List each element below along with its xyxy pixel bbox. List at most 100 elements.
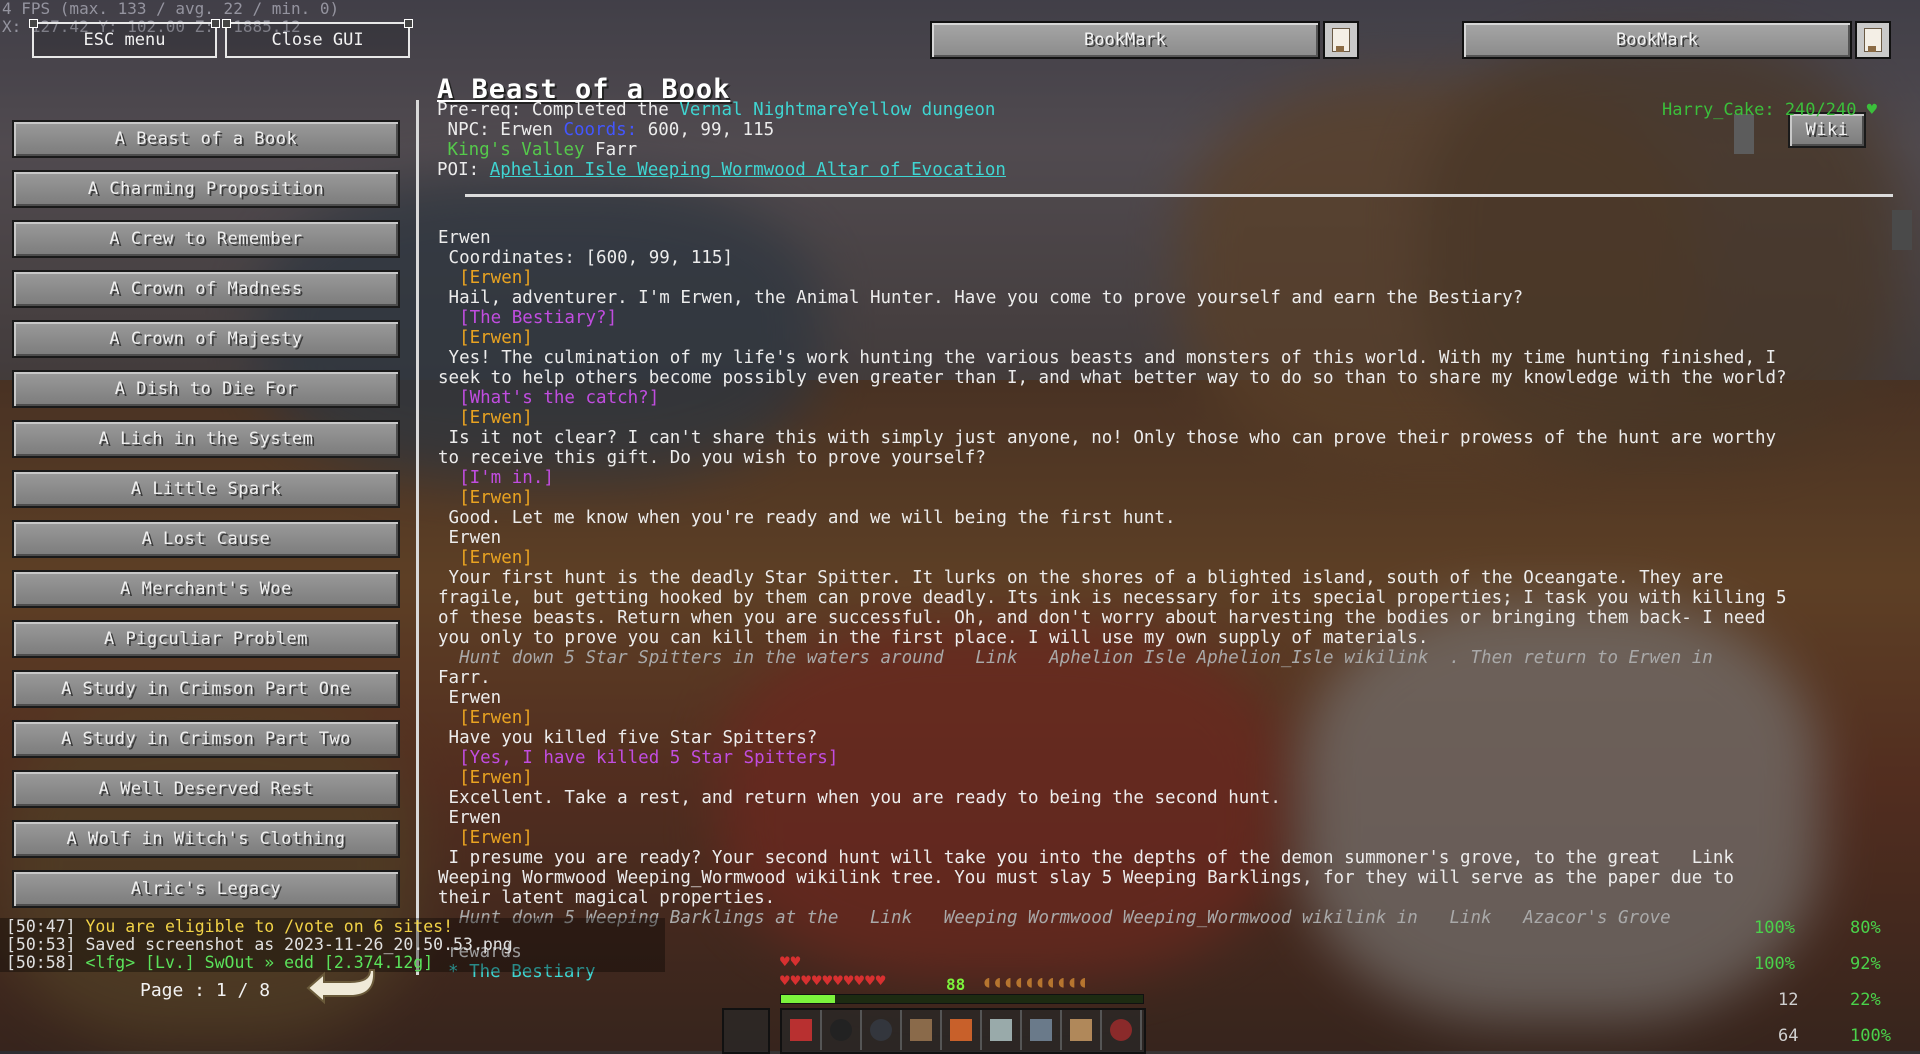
pickaxe-icon	[1030, 1019, 1052, 1041]
sidebar-divider	[416, 100, 419, 975]
dialogue-line: [Erwen]	[438, 768, 533, 788]
dialogue-line: [Erwen]	[438, 408, 533, 428]
quest-list-item[interactable]: A Study in Crimson Part One	[12, 670, 400, 708]
quest-list-item[interactable]: A Crew to Remember	[12, 220, 400, 258]
poi-label: POI:	[437, 160, 490, 180]
prereq-label: Pre-req: Completed the	[437, 100, 680, 120]
quest-list-item[interactable]: A Beast of a Book	[12, 120, 400, 158]
dialogue-line: Coordinates: [600, 99, 115]	[438, 248, 734, 268]
villager-icon	[910, 1019, 932, 1041]
close-gui-button[interactable]: Close GUI	[222, 19, 413, 58]
dialogue-option[interactable]: [The Bestiary?]	[438, 308, 1898, 328]
poi-link[interactable]: Aphelion Isle Weeping Wormwood Altar of …	[490, 160, 1006, 180]
dialogue-line: [Erwen]	[438, 548, 533, 568]
dialogue-line: Hunt down 5 Star Spitters in the waters …	[438, 648, 1713, 668]
player-health: Harry_Cake: 240/240 ♥	[1662, 100, 1877, 120]
chat-timestamp: [50:53]	[6, 935, 76, 954]
dialogue-option[interactable]: [I'm in.]	[438, 468, 1898, 488]
dialogue-line: [Erwen]	[438, 328, 533, 348]
dialogue-line: to receive this gift. Do you wish to pro…	[438, 448, 986, 468]
town-name: Farr	[584, 140, 638, 160]
hotbar-slot[interactable]	[942, 1010, 982, 1050]
dialogue-line: Good. Let me know when you're ready and …	[438, 508, 1176, 528]
offhand-slot[interactable]	[722, 1008, 770, 1054]
dialogue-line: Have you killed five Star Spitters?	[438, 728, 818, 748]
dialogue-line: Hail, adventurer. I'm Erwen, the Animal …	[438, 288, 1524, 308]
npc-line: NPC: Erwen Coords: 600, 99, 115	[437, 120, 1897, 140]
dialogue-option[interactable]: [What's the catch?]	[438, 388, 1898, 408]
chat-text: Saved screenshot as 2023-11-26_20.50.53.…	[75, 935, 513, 954]
quest-list-item[interactable]: A Charming Proposition	[12, 170, 400, 208]
dialogue-line: [Erwen]	[438, 488, 533, 508]
npc-label: NPC: Erwen	[437, 120, 564, 140]
dialogue-option[interactable]: [Yes, I have killed 5 Star Spitters]	[438, 748, 1898, 768]
region-name: King's Valley	[447, 140, 585, 160]
quest-list-item[interactable]: A Dish to Die For	[12, 370, 400, 408]
stat-count-1: 12	[1778, 990, 1799, 1010]
quest-list-item[interactable]: A Lich in the System	[12, 420, 400, 458]
dialogue-line: their latent magical properties.	[438, 888, 776, 908]
hotbar-slot[interactable]	[1062, 1010, 1102, 1050]
hotbar-slot[interactable]	[782, 1010, 822, 1050]
stat-durability-6: 100%	[1850, 1026, 1891, 1046]
dialogue-line: [Erwen]	[438, 828, 533, 848]
quest-list-item[interactable]: A Merchant's Woe	[12, 570, 400, 608]
dialogue-line: Erwen	[438, 528, 502, 548]
dialogue-line: [Erwen]	[438, 708, 533, 728]
health-hearts: ♥♥ ♥♥♥♥♥♥♥♥♥♥	[780, 952, 887, 990]
hotbar-slot[interactable]	[862, 1010, 902, 1050]
poi-line: POI: Aphelion Isle Weeping Wormwood Alta…	[437, 160, 1897, 180]
quest-list-item[interactable]: A Crown of Majesty	[12, 320, 400, 358]
dialogue-line: Farr.	[438, 668, 491, 688]
hotbar-slot[interactable]	[1022, 1010, 1062, 1050]
chat-timestamp: [50:58]	[6, 953, 76, 972]
stat-durability-4: 92%	[1850, 954, 1881, 974]
dialogue-line: of these beasts. Return when you are suc…	[438, 608, 1766, 628]
coords-value: 600, 99, 115	[637, 120, 775, 140]
quest-list-item[interactable]: A Well Deserved Rest	[12, 770, 400, 808]
stat-durability-2: 80%	[1850, 918, 1881, 938]
quest-title: A Beast of a Book	[437, 74, 731, 105]
quest-list-item[interactable]: A Wolf in Witch's Clothing	[12, 820, 400, 858]
fps-text: 4 FPS (max. 133 / avg. 22 / min. 0)	[2, 0, 340, 18]
hotbar-slot[interactable]	[982, 1010, 1022, 1050]
quest-list-item[interactable]: A Little Spark	[12, 470, 400, 508]
bookmark-button-2[interactable]: BookMark	[1462, 21, 1852, 59]
chat-message: [50:47] You are eligible to /vote on 6 s…	[0, 918, 665, 936]
quest-list-item[interactable]: A Crown of Madness	[12, 270, 400, 308]
xp-bar	[780, 994, 1144, 1004]
scrollbar-thumb[interactable]	[1734, 114, 1754, 154]
torch-icon	[950, 1019, 972, 1041]
xp-level: 88	[946, 975, 966, 994]
dialogue-line: [Erwen]	[438, 268, 533, 288]
dialogue-line: seek to help others become possibly even…	[438, 368, 1787, 388]
hotbar-slot[interactable]	[1102, 1010, 1142, 1050]
dialogue-line: Erwen	[438, 808, 502, 828]
region-line: King's Valley Farr	[437, 140, 1897, 160]
quest-list-item[interactable]: A Study in Crimson Part Two	[12, 720, 400, 758]
dialogue-line: Erwen	[438, 688, 502, 708]
hotbar-slot[interactable]	[822, 1010, 862, 1050]
dialogue-line: you only to prove you can kill them in t…	[438, 628, 1429, 648]
dialogue-line: Yes! The culmination of my life's work h…	[438, 348, 1777, 368]
dialogue-line: Erwen	[438, 228, 491, 248]
bookmark-icon[interactable]	[1323, 21, 1359, 59]
page-indicator: Page : 1 / 8	[140, 980, 271, 1001]
stat-durability-3: 100%	[1754, 954, 1795, 974]
esc-menu-button[interactable]: ESC menu	[29, 19, 220, 58]
bookmark-button-1[interactable]: BookMark	[930, 21, 1320, 59]
dialogue-line: Weeping Wormwood Weeping_Wormwood wikili…	[438, 868, 1734, 888]
quest-list-item[interactable]: A Pigculiar Problem	[12, 620, 400, 658]
hotbar	[780, 1008, 1146, 1054]
quest-dialogue: Erwen Coordinates: [600, 99, 115] [Erwen…	[438, 228, 1898, 928]
hat-icon	[830, 1019, 852, 1041]
dialogue-line: Your first hunt is the deadly Star Spitt…	[438, 568, 1724, 588]
header-divider	[465, 194, 1893, 197]
quest-list-item[interactable]: Alric's Legacy	[12, 870, 400, 908]
back-arrow-icon[interactable]	[298, 962, 380, 1008]
chat-message: [50:53] Saved screenshot as 2023-11-26_2…	[0, 936, 665, 954]
hotbar-slot[interactable]	[902, 1010, 942, 1050]
quest-list-item[interactable]: A Lost Cause	[12, 520, 400, 558]
bookmark-icon[interactable]	[1855, 21, 1891, 59]
coords-label: Coords:	[563, 120, 638, 140]
